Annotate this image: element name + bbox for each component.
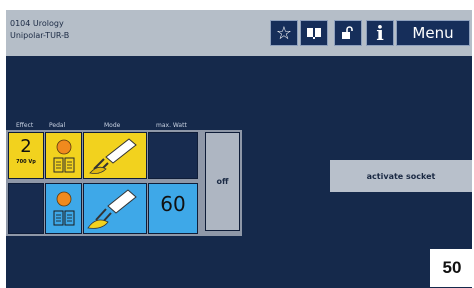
favorite-button[interactable]: ☆ xyxy=(270,20,298,46)
effect-button[interactable]: 2 700 Vp xyxy=(8,132,44,179)
info-button[interactable]: i xyxy=(366,20,394,46)
pedal-button-1[interactable] xyxy=(45,132,82,179)
info-icon: i xyxy=(376,21,384,45)
manual-button[interactable] xyxy=(300,20,328,46)
column-label-max-watt: max. Watt xyxy=(156,122,187,129)
unlock-icon xyxy=(342,26,353,39)
cutting-electrode-icon xyxy=(89,138,137,174)
activate-socket-button[interactable]: activate socket xyxy=(330,160,472,192)
lock-button[interactable] xyxy=(334,20,362,46)
column-label-effect: Effect xyxy=(16,122,34,129)
program-mode[interactable]: Unipolar-TUR-B xyxy=(10,31,69,40)
screen: 0104 Urology Unipolar-TUR-B ☆ i Menu Eff… xyxy=(0,0,474,288)
coagulation-electrode-icon xyxy=(87,189,137,229)
column-label-pedal: Pedal xyxy=(49,122,66,129)
max-watt-display-2[interactable]: 60 xyxy=(148,183,198,234)
column-label-mode: Mode xyxy=(104,122,121,129)
effect-level: 2 xyxy=(20,136,32,157)
output-status-button[interactable]: off xyxy=(205,132,240,231)
page-number: 50 xyxy=(430,249,474,287)
footswitch-icon xyxy=(53,139,75,173)
output-status-label: off xyxy=(216,177,229,186)
header-bar: 0104 Urology Unipolar-TUR-B ☆ i Menu xyxy=(6,10,472,56)
mode-button-1[interactable] xyxy=(83,132,147,179)
footswitch-icon xyxy=(53,191,75,226)
program-name[interactable]: 0104 Urology xyxy=(10,19,64,28)
mode-button-2[interactable] xyxy=(83,183,147,234)
star-icon: ☆ xyxy=(275,22,293,44)
max-watt-display-1[interactable] xyxy=(148,132,198,179)
book-icon xyxy=(307,28,321,39)
max-watt-value: 60 xyxy=(160,192,186,216)
effect-button-2[interactable] xyxy=(8,183,44,234)
generator-panel: 0104 Urology Unipolar-TUR-B ☆ i Menu Eff… xyxy=(6,10,472,288)
effect-voltage: 700 Vp xyxy=(16,159,36,165)
menu-button[interactable]: Menu xyxy=(396,20,470,46)
pedal-button-2[interactable] xyxy=(45,183,82,234)
